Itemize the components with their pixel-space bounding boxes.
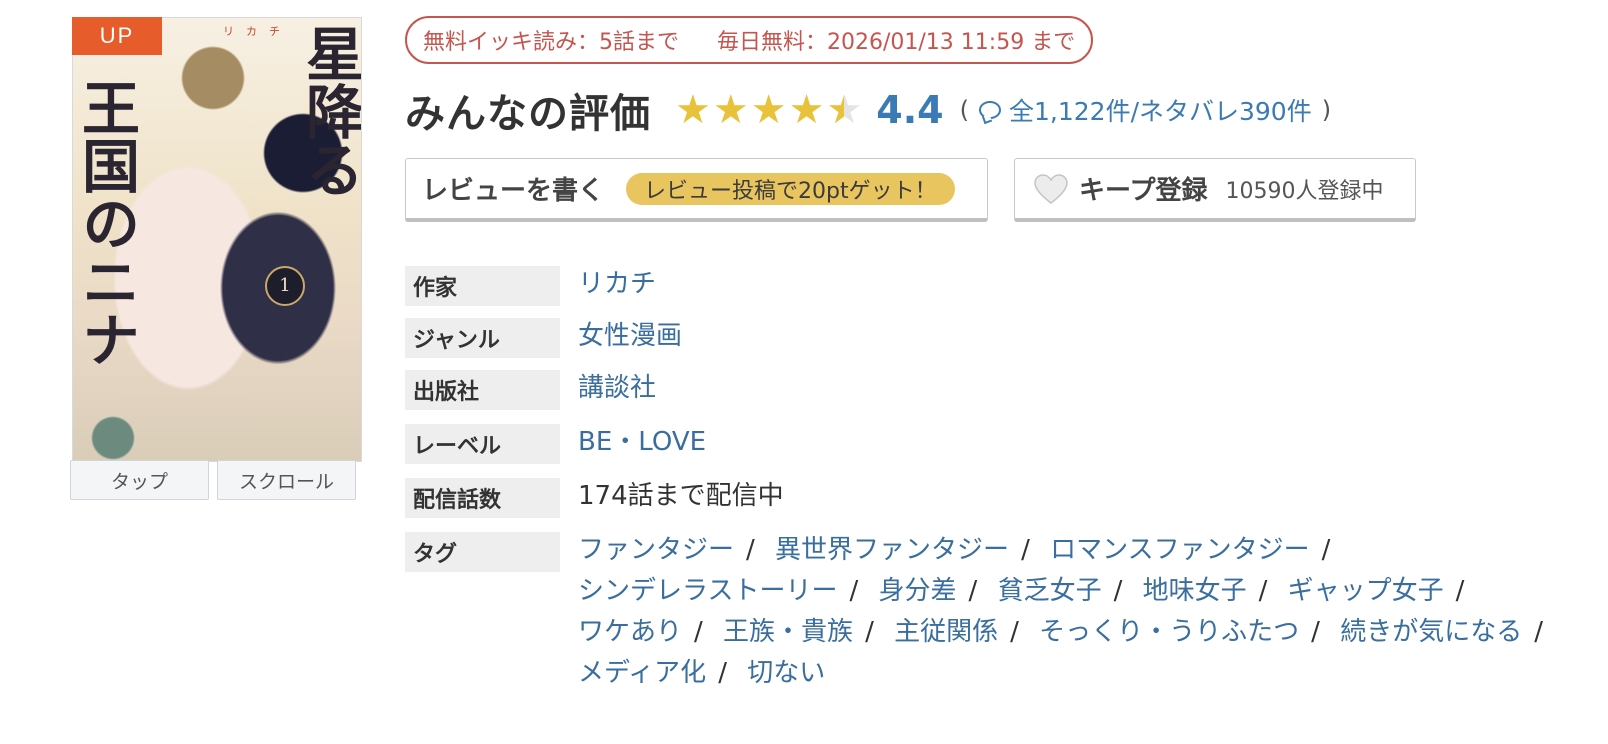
tag-link[interactable]: そっくり・うりふたつ: [1039, 617, 1299, 647]
tag-separator: /: [968, 576, 978, 606]
tag-separator: /: [718, 658, 727, 688]
info-row-episodes: 配信話数 174話まで配信中: [405, 476, 1595, 518]
review-count-text: 全1,122件/ネタバレ390件: [1009, 97, 1312, 126]
genre-label: ジャンル: [405, 318, 560, 358]
tag-separator: /: [849, 576, 859, 606]
info-row-author: 作家 リカチ: [405, 264, 1595, 306]
star-icon-2: ★: [712, 87, 749, 133]
info-row-genre: ジャンル 女性漫画: [405, 316, 1595, 358]
keep-register-label: キープ登録: [1079, 176, 1208, 206]
tag-link[interactable]: 異世界ファンタジー: [775, 535, 1009, 565]
tag-separator: /: [1311, 617, 1320, 647]
label-label: レーベル: [405, 424, 560, 464]
star-rating: ★ ★ ★ ★ ★★: [675, 90, 862, 130]
half-star-icon: ★★: [826, 87, 863, 133]
rating-title: みんなの評価: [405, 91, 651, 137]
heart-icon: [1034, 173, 1068, 204]
info-row-label: レーベル BE・LOVE: [405, 422, 1595, 464]
tag-separator: /: [1010, 617, 1019, 647]
genre-link[interactable]: 女性漫画: [578, 316, 682, 356]
scroll-view-button[interactable]: スクロール: [217, 460, 356, 500]
tag-separator: /: [694, 617, 703, 647]
tag-separator: /: [1113, 576, 1123, 606]
tag-link[interactable]: ワケあり: [578, 617, 682, 647]
author-label: 作家: [405, 266, 560, 306]
cover-volume-number: 1: [265, 266, 305, 306]
keep-register-button[interactable]: キープ登録 10590人登録中: [1014, 158, 1416, 222]
tag-list: ファンタジー / 異世界ファンタジー / ロマンスファンタジー / シンデレラストーリ…: [578, 530, 1578, 694]
tag-link[interactable]: 王族・貴族: [723, 617, 853, 647]
cover-image: リカチ 星降る 王国のニナ 1: [72, 17, 362, 462]
daily-free-text: 毎日無料：2026/01/13 11:59 まで: [717, 30, 1076, 55]
tag-separator: /: [1455, 576, 1465, 606]
info-row-publisher: 出版社 講談社: [405, 368, 1595, 410]
tag-link[interactable]: シンデレラストーリー: [578, 576, 837, 606]
rating-score: 4.4: [876, 88, 944, 132]
tag-link[interactable]: ロマンスファンタジー: [1050, 535, 1309, 565]
tag-link[interactable]: メディア化: [578, 658, 706, 688]
tag-link[interactable]: 続きが気になる: [1340, 617, 1522, 647]
tap-view-button[interactable]: タップ: [70, 460, 209, 500]
tag-separator: /: [1321, 535, 1331, 565]
tag-separator: /: [1534, 617, 1543, 647]
publisher-label: 出版社: [405, 370, 560, 410]
tag-link[interactable]: 身分差: [879, 576, 957, 606]
tag-link[interactable]: ファンタジー: [578, 535, 734, 565]
tag-link[interactable]: 主従関係: [894, 617, 998, 647]
write-review-button[interactable]: レビューを書く レビュー投稿で20ptゲット！: [405, 158, 988, 222]
star-icon-4: ★: [788, 87, 825, 133]
tag-link[interactable]: 切ない: [747, 658, 825, 688]
tag-link[interactable]: ギャップ女子: [1288, 576, 1444, 606]
tag-separator: /: [1258, 576, 1268, 606]
episodes-label: 配信話数: [405, 478, 560, 518]
cover-title-line2: 王国のニナ: [72, 78, 140, 368]
review-points-badge: レビュー投稿で20ptゲット！: [626, 172, 955, 205]
close-paren: ): [1321, 96, 1332, 124]
book-info-table: 作家 リカチ ジャンル 女性漫画 出版社 講談社 レーベル BE・LOVE 配信…: [405, 264, 1595, 704]
rating-section: みんなの評価 ★ ★ ★ ★ ★★ 4.4 ( 全1,122件/ネタバレ390件…: [405, 84, 1331, 137]
view-mode-buttons: タップ スクロール: [70, 460, 356, 500]
speech-bubble-icon: [979, 101, 1001, 119]
tag-link[interactable]: 地味女子: [1143, 576, 1247, 606]
open-paren: (: [959, 96, 969, 124]
label-link[interactable]: BE・LOVE: [578, 422, 706, 462]
ikki-free-text: 無料イッキ読み：5話まで: [423, 30, 679, 55]
free-reading-info: 無料イッキ読み：5話まで 毎日無料：2026/01/13 11:59 まで: [405, 16, 1094, 64]
tag-link[interactable]: 貧乏女子: [998, 576, 1102, 606]
star-icon-1: ★: [675, 87, 711, 133]
episodes-value: 174話まで配信中: [578, 481, 784, 511]
tag-separator: /: [865, 617, 874, 647]
cover-author-mark: リカチ: [223, 25, 292, 38]
tag-separator: /: [746, 535, 755, 565]
up-badge: UP: [72, 17, 162, 55]
info-row-tags: タグ ファンタジー / 異世界ファンタジー / ロマンスファンタジー / シンデレラス…: [405, 530, 1595, 694]
star-icon-3: ★: [750, 87, 787, 133]
review-count-link[interactable]: ( 全1,122件/ネタバレ390件 ): [960, 92, 1331, 128]
cover-title-line1: 星降る: [296, 24, 362, 198]
write-review-label: レビューを書く: [422, 176, 605, 206]
keep-count: 10590人登録中: [1225, 178, 1384, 204]
publisher-link[interactable]: 講談社: [578, 368, 656, 408]
cover-image-link[interactable]: リカチ 星降る 王国のニナ 1 UP: [72, 17, 362, 462]
tag-separator: /: [1021, 535, 1030, 565]
tags-label: タグ: [405, 532, 560, 572]
author-link[interactable]: リカチ: [578, 264, 656, 304]
